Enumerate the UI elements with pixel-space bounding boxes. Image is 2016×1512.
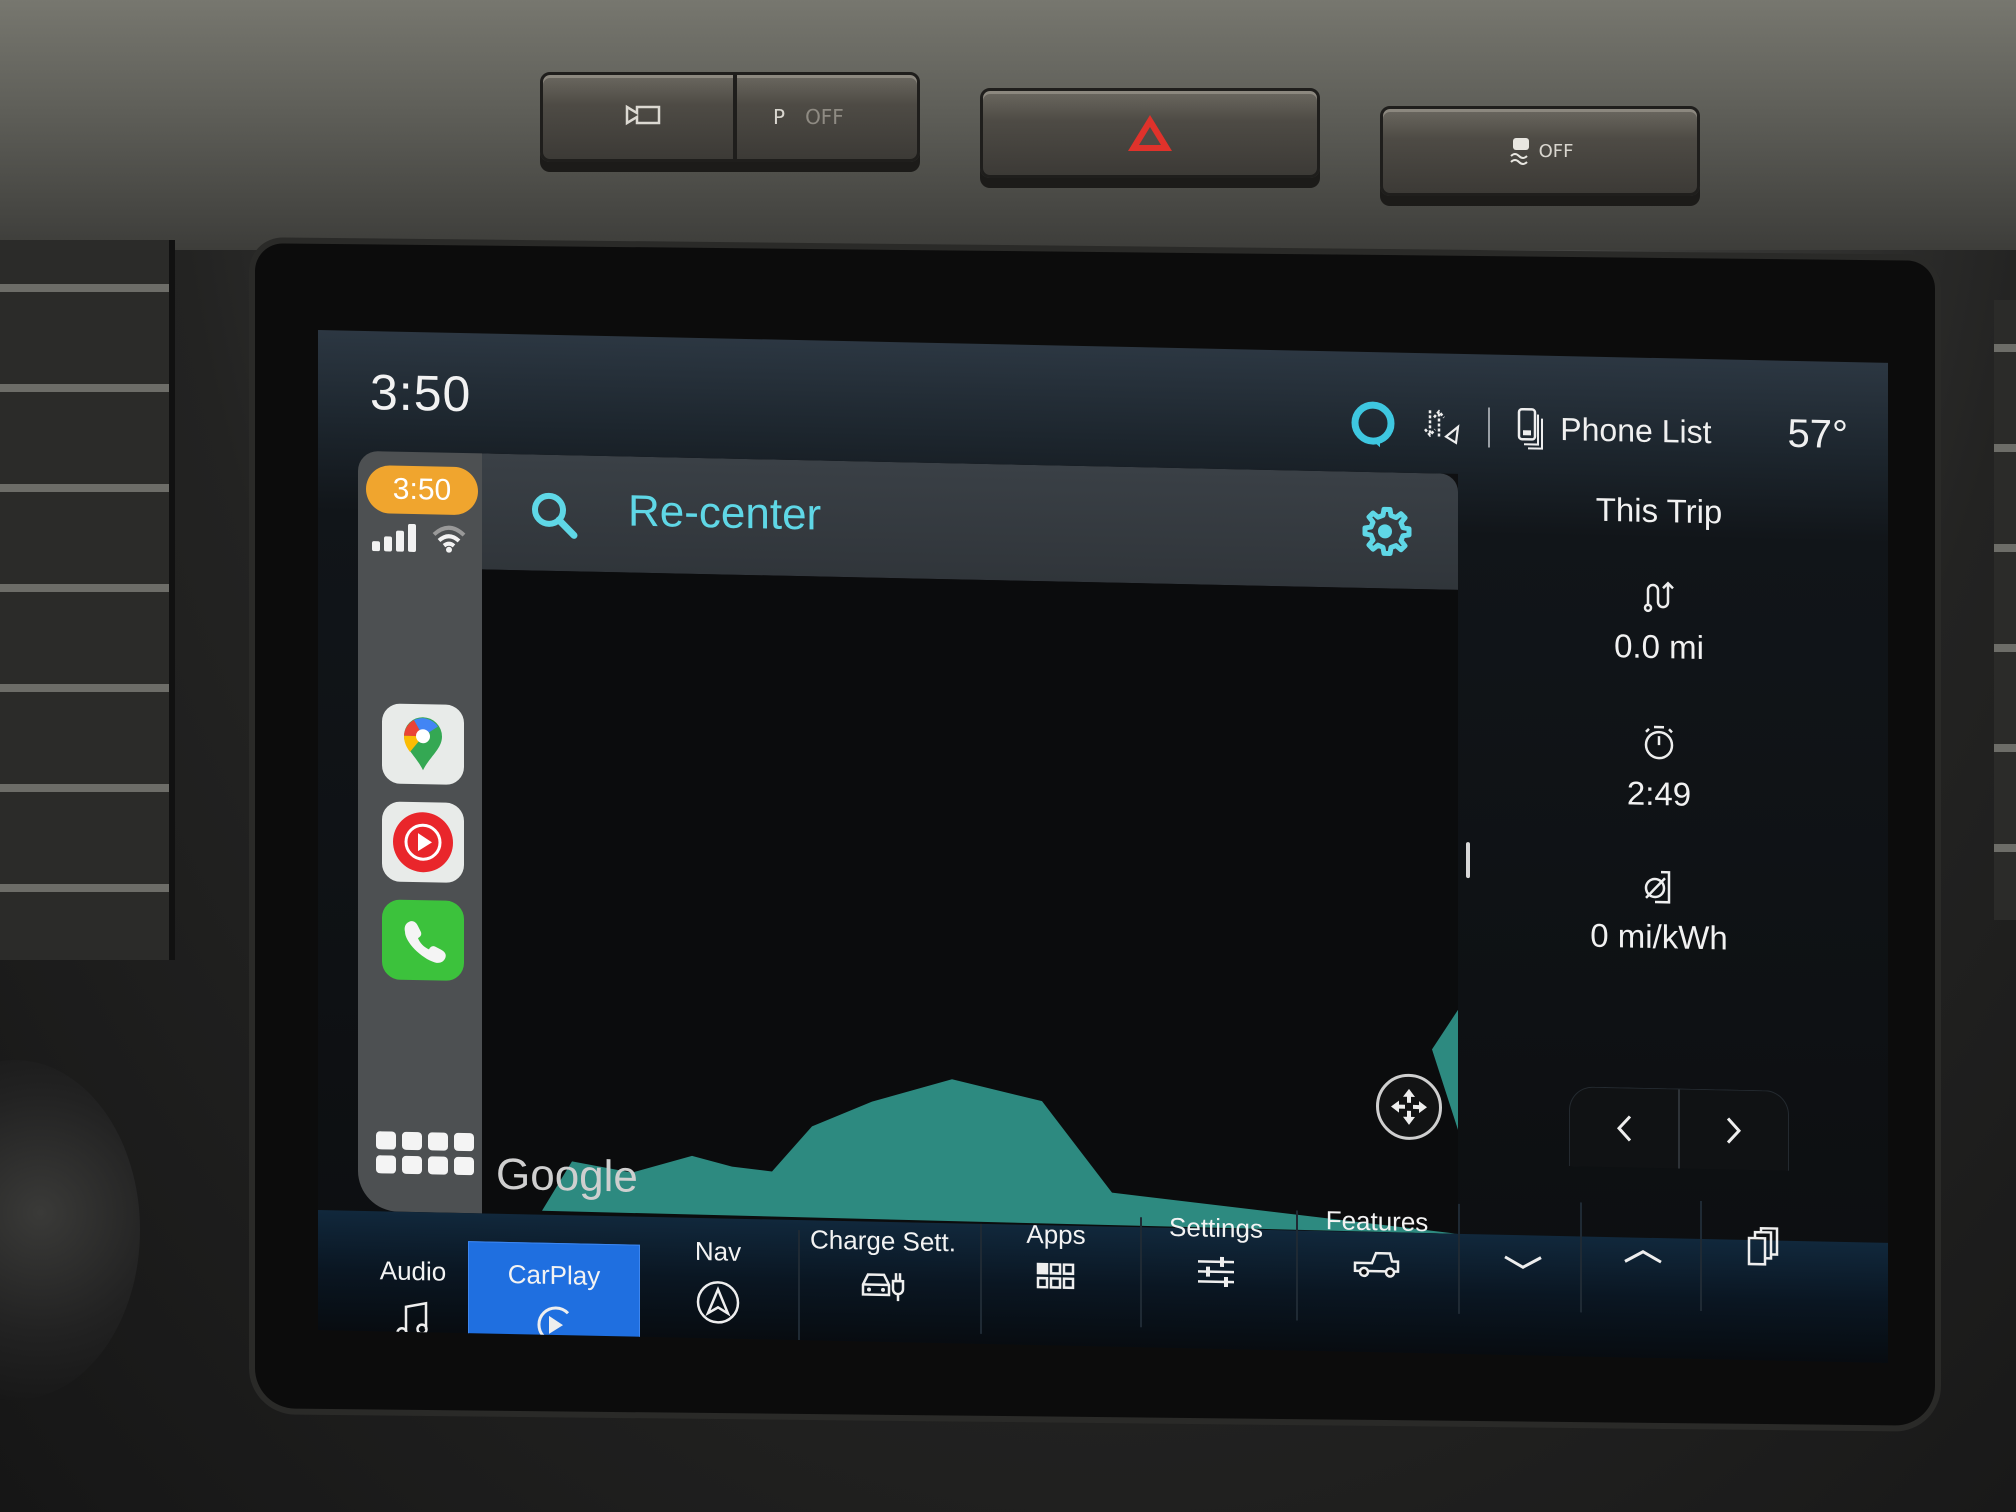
trip-duration-value: 2:49 xyxy=(1626,774,1692,813)
map-terrain xyxy=(542,1009,1458,1234)
nav-settings[interactable]: Settings xyxy=(1146,1211,1286,1334)
trip-page-nav xyxy=(1569,1086,1789,1171)
park-assist-status: OFF xyxy=(805,105,844,129)
app-grid-icon[interactable] xyxy=(376,1131,474,1176)
stopwatch-icon xyxy=(1644,725,1674,760)
alexa-icon[interactable] xyxy=(1350,400,1396,451)
apps-grid-icon xyxy=(1036,1262,1075,1290)
phone-list-button[interactable]: Phone List xyxy=(1516,406,1712,454)
ev-charge-icon xyxy=(861,1273,905,1302)
nav-navigation-label: Nav xyxy=(694,1235,742,1267)
nav-audio-label: Audio xyxy=(379,1255,447,1287)
chevron-up-icon xyxy=(1624,1250,1662,1264)
google-maps-app[interactable] xyxy=(382,703,464,786)
carplay-view: 3:50 Re-center Google xyxy=(358,450,1458,1234)
infotainment-screen: 3:50 Phone List 57° 3:50 Re-center Googl… xyxy=(318,330,1888,1363)
route-icon xyxy=(1643,581,1674,613)
chevron-right-icon xyxy=(1726,1117,1742,1144)
youtube-music-app[interactable] xyxy=(382,801,464,884)
phone-icon xyxy=(404,921,446,963)
trip-duration: 2:49 xyxy=(1494,720,1824,817)
carplay-dock: 3:50 xyxy=(358,450,482,1214)
nav-divider xyxy=(798,1230,800,1341)
maps-main: Re-center Google xyxy=(482,453,1458,1234)
panel-divider-handle[interactable] xyxy=(1466,842,1470,879)
chevron-down-icon xyxy=(1504,1255,1542,1269)
cellular-signal-icon xyxy=(372,523,416,553)
nav-divider xyxy=(1700,1200,1702,1311)
chevron-left-icon xyxy=(1616,1114,1632,1141)
nav-divider xyxy=(1580,1202,1582,1313)
google-attribution: Google xyxy=(496,1149,638,1202)
navigation-updown-icon[interactable] xyxy=(1422,406,1462,447)
park-assist-label: P xyxy=(773,105,786,129)
volume-knob[interactable] xyxy=(0,1060,140,1400)
google-maps-icon xyxy=(404,717,442,771)
nav-charge-settings-label: Charge Sett. xyxy=(810,1224,956,1258)
status-clock: 3:50 xyxy=(370,364,472,423)
hazard-triangle-icon xyxy=(1128,115,1172,151)
recenter-button[interactable]: Re-center xyxy=(628,486,821,540)
camera-button[interactable] xyxy=(623,103,663,132)
trip-efficiency-value: 0 mi/kWh xyxy=(1590,916,1728,957)
navigation-icon xyxy=(696,1281,740,1324)
carplay-time: 3:50 xyxy=(366,465,478,516)
collapse-panel-button[interactable] xyxy=(1468,1220,1578,1342)
status-bar-right: Phone List 57° xyxy=(1350,400,1848,460)
trip-previous-button[interactable] xyxy=(1570,1087,1678,1168)
hazard-button[interactable] xyxy=(980,88,1320,178)
maps-search-bar: Re-center xyxy=(482,453,1458,590)
wifi-icon xyxy=(432,525,466,553)
stacked-windows-icon xyxy=(1747,1226,1779,1266)
efficiency-icon xyxy=(1644,870,1671,904)
status-divider xyxy=(1488,407,1491,448)
nav-carplay-label: CarPlay xyxy=(507,1258,601,1291)
windows-button[interactable] xyxy=(1708,1205,1818,1327)
trip-next-button[interactable] xyxy=(1680,1090,1788,1171)
youtube-music-icon xyxy=(393,812,453,873)
nav-apps-label: Apps xyxy=(1026,1218,1086,1251)
nav-divider xyxy=(1296,1210,1298,1321)
trip-efficiency: 0 mi/kWh xyxy=(1494,865,1824,960)
traction-control-button[interactable]: OFF xyxy=(1380,106,1700,196)
trip-distance-value: 0.0 mi xyxy=(1614,627,1704,667)
truck-icon xyxy=(1353,1251,1400,1278)
traction-control-status: OFF xyxy=(1538,140,1574,162)
outside-temperature: 57° xyxy=(1787,411,1849,457)
expand-panel-button[interactable] xyxy=(1588,1215,1698,1337)
carplay-status-icons xyxy=(372,523,466,553)
search-icon[interactable] xyxy=(528,488,580,545)
nav-divider xyxy=(1140,1217,1142,1328)
map-settings-icon[interactable] xyxy=(1358,504,1412,563)
nav-divider xyxy=(1458,1203,1460,1314)
phone-list-label: Phone List xyxy=(1560,410,1712,450)
phone-list-icon xyxy=(1518,407,1544,450)
nav-charge-settings[interactable]: Charge Sett. xyxy=(803,1224,963,1347)
trip-title: This Trip xyxy=(1595,490,1723,531)
hardware-button-group-left: P OFF xyxy=(540,72,920,162)
camera-icon xyxy=(625,104,661,125)
map-canvas[interactable]: Google xyxy=(482,569,1458,1234)
nav-divider xyxy=(980,1223,982,1334)
traction-control-icon xyxy=(1509,138,1529,165)
right-air-vent xyxy=(1994,300,2016,920)
move-arrows-icon xyxy=(1391,1088,1427,1125)
park-assist-button[interactable]: P OFF xyxy=(773,105,844,129)
trip-distance: 0.0 mi xyxy=(1494,575,1824,670)
nav-features[interactable]: Features xyxy=(1302,1205,1452,1328)
phone-app[interactable] xyxy=(382,899,464,982)
nav-features-label: Features xyxy=(1325,1205,1429,1238)
nav-apps[interactable]: Apps xyxy=(986,1218,1126,1341)
trip-panel: This Trip 0.0 mi 2:49 0 mi/kWh xyxy=(1494,475,1854,1183)
left-air-vent xyxy=(0,240,175,960)
sliders-icon xyxy=(1198,1256,1234,1288)
nav-settings-label: Settings xyxy=(1169,1211,1263,1244)
map-pan-button[interactable] xyxy=(1376,1073,1442,1141)
